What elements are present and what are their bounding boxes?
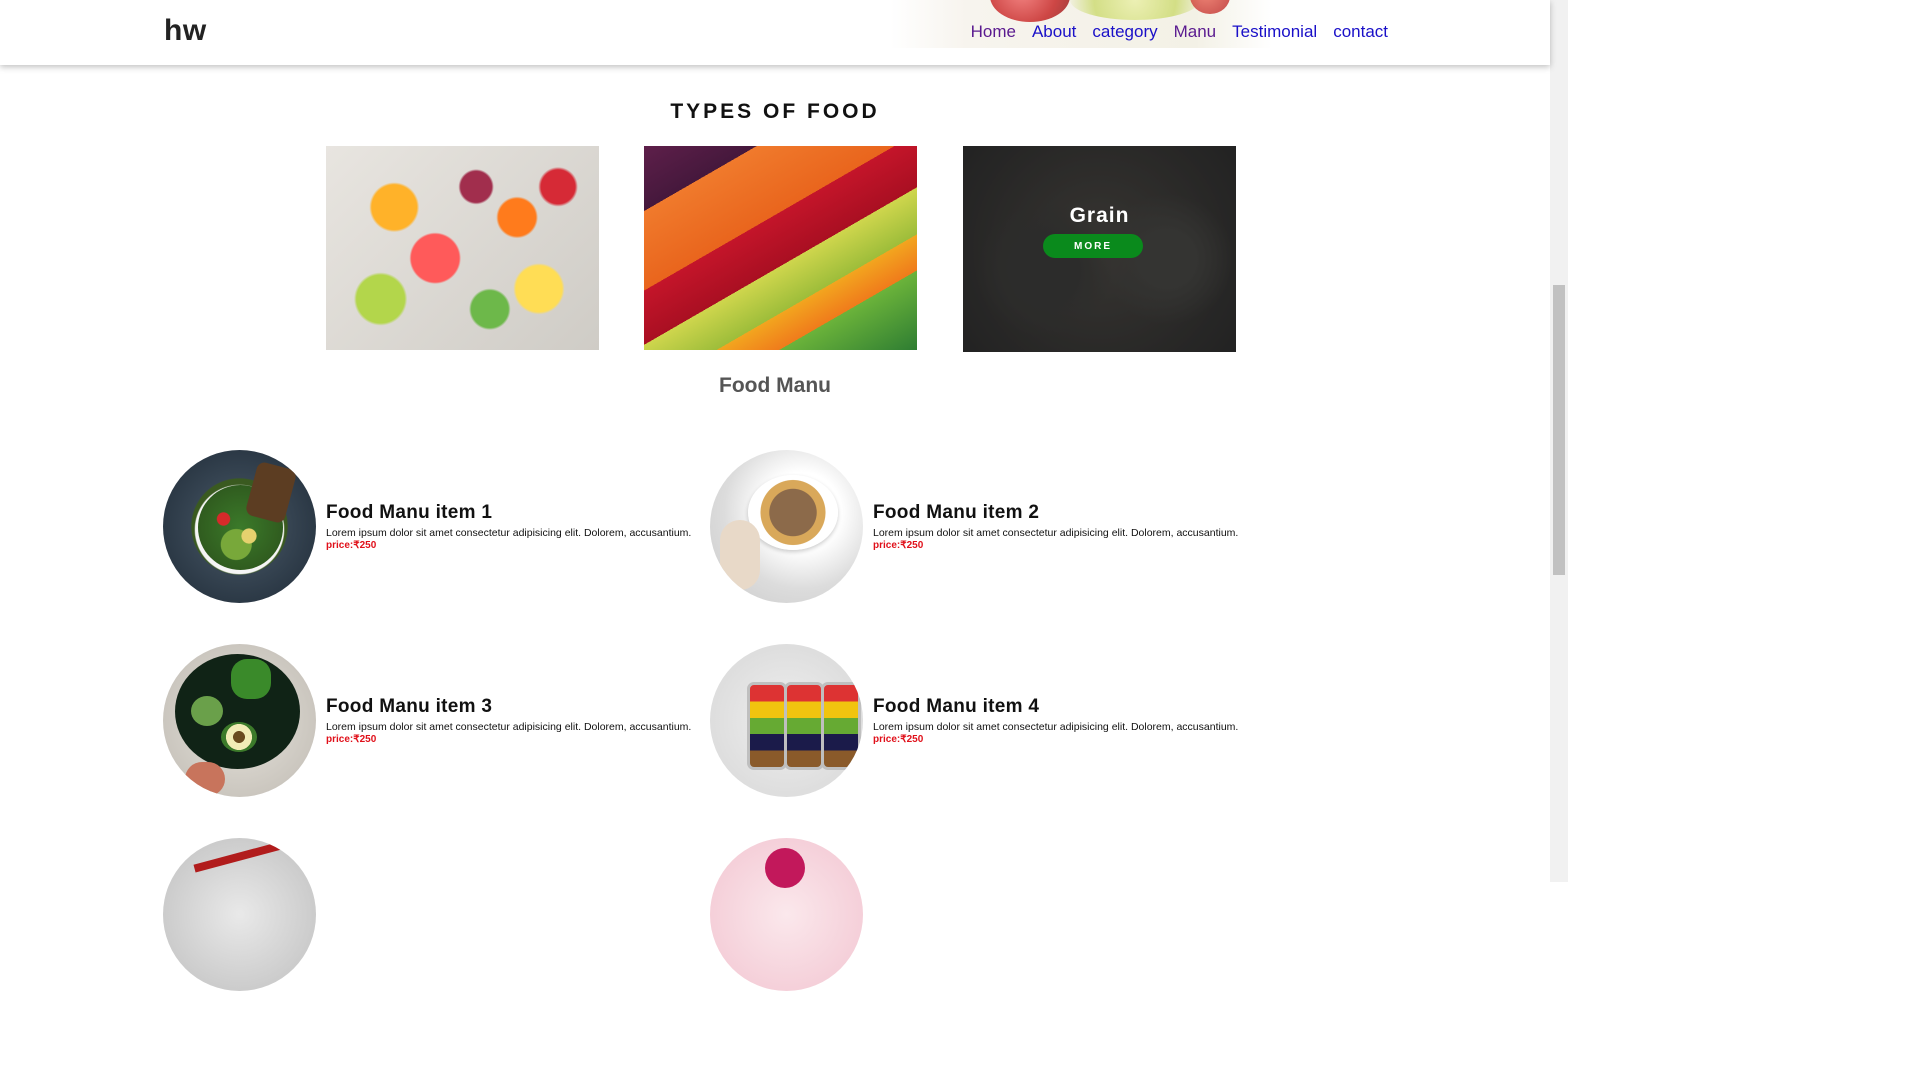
menu-item[interactable]: Food Manu item 1 Lorem ipsum dolor sit a… [163,450,703,604]
menu-item-text: Food Manu item 3 Lorem ipsum dolor sit a… [326,696,706,745]
pepper-image-detail [231,659,271,699]
scrollbar-thumb[interactable] [1553,285,1565,575]
box-image-detail [784,682,824,770]
fruit-image-detail [765,848,805,888]
nav-link-about[interactable]: About [1032,22,1076,42]
types-of-food-heading: TYPES OF FOOD [670,100,880,123]
menu-item-description: Lorem ipsum dolor sit amet consectetur a… [873,527,1239,539]
box-image-detail [747,682,787,770]
nav-link-testimonial[interactable]: Testimonial [1232,22,1317,42]
strawberry-image [990,0,1070,22]
menu-item[interactable]: Food Manu item 4 Lorem ipsum dolor sit a… [710,644,1250,798]
menu-item-description: Lorem ipsum dolor sit amet consectetur a… [326,721,692,733]
menu-item[interactable]: Food Manu item 2 Lorem ipsum dolor sit a… [710,450,1250,604]
menu-item-price: price:₹250 [873,540,924,551]
porridge-bowl-image [710,450,863,603]
greens-image [1070,0,1200,20]
vegetables-plate-image [163,644,316,797]
page-scrollbar[interactable] [1550,0,1568,882]
menu-item[interactable] [163,838,703,992]
site-logo[interactable]: hw [164,14,207,48]
nav-link-category[interactable]: category [1092,22,1157,42]
menu-item-title: Food Manu item 2 [873,502,1040,523]
category-card-vegetables[interactable] [644,146,917,350]
menu-item[interactable] [710,838,1250,992]
bowl-image-detail [748,475,838,550]
nav-link-home[interactable]: Home [971,22,1016,42]
category-card-grain[interactable]: Grain MORE [963,146,1236,352]
food-image-detail [193,841,283,873]
card-title: Grain [1069,204,1130,227]
menu-item-description: Lorem ipsum dolor sit amet consectetur a… [326,527,692,539]
fruit-bowl-image [710,838,863,991]
menu-item-title: Food Manu item 1 [326,502,493,523]
menu-item-text: Food Manu item 4 Lorem ipsum dolor sit a… [873,696,1253,745]
hand-image-detail [185,762,225,796]
menu-item-price: price:₹250 [326,540,377,551]
menu-item-title: Food Manu item 4 [873,696,1040,717]
nav-link-contact[interactable]: contact [1333,22,1388,42]
menu-item-text: Food Manu item 2 Lorem ipsum dolor sit a… [873,502,1253,551]
category-card-fruits[interactable] [326,146,599,350]
menu-item-price: price:₹250 [326,734,377,745]
salad-bowl-image [163,450,316,603]
hand-image-detail [720,520,760,590]
avocado-image-detail [221,722,257,752]
menu-item[interactable]: Food Manu item 3 Lorem ipsum dolor sit a… [163,644,703,798]
food-menu-heading: Food Manu [719,374,831,397]
nav-links: Home About category Manu Testimonial con… [971,22,1388,42]
broccoli-image-detail [191,696,223,726]
menu-item-price: price:₹250 [873,734,924,745]
navbar: hw Home About category Manu Testimonial … [0,0,1550,65]
menu-item-text: Food Manu item 1 Lorem ipsum dolor sit a… [326,502,706,551]
menu-item-title: Food Manu item 3 [326,696,493,717]
nav-link-manu[interactable]: Manu [1174,22,1217,42]
food-image [163,838,316,991]
meal-prep-boxes-image [710,644,863,797]
strawberry-image [1190,0,1230,14]
menu-item-description: Lorem ipsum dolor sit amet consectetur a… [873,721,1239,733]
more-button[interactable]: MORE [1043,234,1143,258]
bread-image-detail [244,460,298,525]
box-image-detail [821,682,861,770]
